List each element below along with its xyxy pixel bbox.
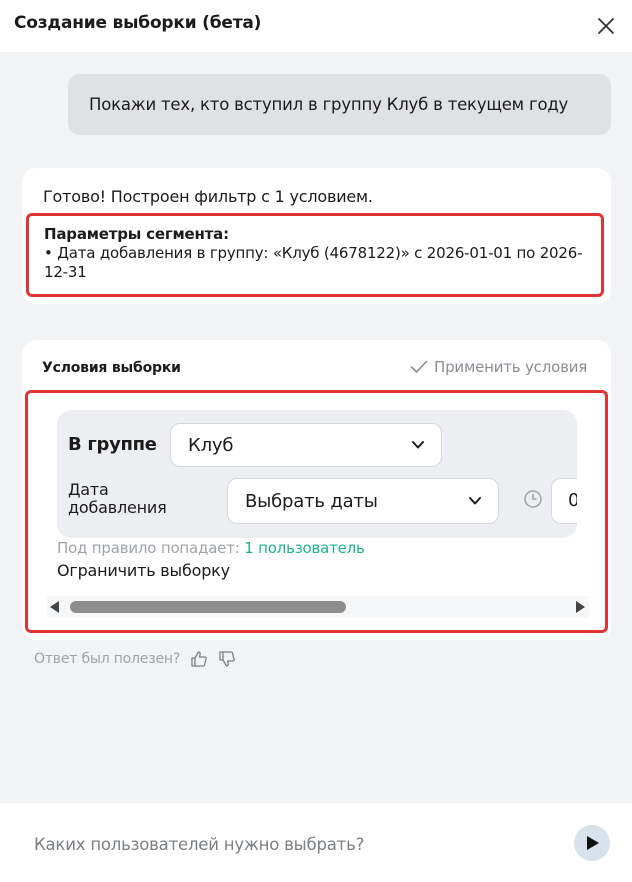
horizontal-scrollbar[interactable] <box>47 596 589 618</box>
scrollbar-thumb[interactable] <box>70 601 346 613</box>
conditions-card: Условия выборки Применить условия В груп… <box>22 340 611 640</box>
chat-input-bar <box>0 803 632 882</box>
conditions-title: Условия выборки <box>42 360 181 376</box>
clock-icon[interactable] <box>523 489 543 509</box>
time-input[interactable]: 01 <box>551 478 577 524</box>
dialog-title: Создание выборки (бета) <box>14 13 262 33</box>
rule-row: В группе Клуб Дата добавления Выбрать да… <box>57 410 577 538</box>
group-label: В группе <box>68 434 157 455</box>
scroll-right-arrow-icon[interactable] <box>576 601 585 613</box>
limit-selection-link[interactable]: Ограничить выборку <box>57 561 230 580</box>
chevron-down-icon <box>469 497 481 505</box>
date-select-value: Выбрать даты <box>245 490 378 512</box>
check-icon <box>410 360 428 373</box>
segment-title: Параметры сегмента: <box>44 225 229 243</box>
apply-conditions-label: Применить условия <box>434 358 588 376</box>
date-select[interactable]: Выбрать даты <box>227 478 499 524</box>
close-icon[interactable] <box>594 14 618 38</box>
dialog-header: Создание выборки (бета) <box>0 0 632 52</box>
hit-prefix: Под правило попадает: <box>57 539 240 557</box>
user-message: Покажи тех, кто вступил в группу Клуб в … <box>68 74 611 135</box>
rule-container: В группе Клуб Дата добавления Выбрать да… <box>25 390 608 633</box>
feedback-question: Ответ был полезен? <box>34 651 181 667</box>
play-icon <box>587 836 599 850</box>
bot-message-text: Готово! Построен фильтр с 1 условием. <box>43 187 373 206</box>
scroll-left-arrow-icon[interactable] <box>50 601 59 613</box>
thumbs-down-icon[interactable] <box>218 650 236 668</box>
feedback-row: Ответ был полезен? <box>34 650 236 668</box>
bot-message-card: Готово! Построен фильтр с 1 условием. Па… <box>22 168 611 304</box>
group-select[interactable]: Клуб <box>170 423 442 467</box>
thumbs-up-icon[interactable] <box>190 650 208 668</box>
segment-parameters: Параметры сегмента: • Дата добавления в … <box>26 213 604 297</box>
chat-input[interactable] <box>14 821 554 867</box>
rule-hit-count: Под правило попадает: 1 пользователь <box>57 539 365 557</box>
date-added-label: Дата добавления <box>68 480 167 517</box>
hit-users-link[interactable]: 1 пользователь <box>244 539 365 557</box>
group-select-value: Клуб <box>188 434 234 456</box>
apply-conditions-button[interactable]: Применить условия <box>410 358 587 376</box>
segment-item: • Дата добавления в группу: «Клуб (46781… <box>44 244 583 281</box>
chevron-down-icon <box>412 441 424 449</box>
send-button[interactable] <box>574 825 610 861</box>
